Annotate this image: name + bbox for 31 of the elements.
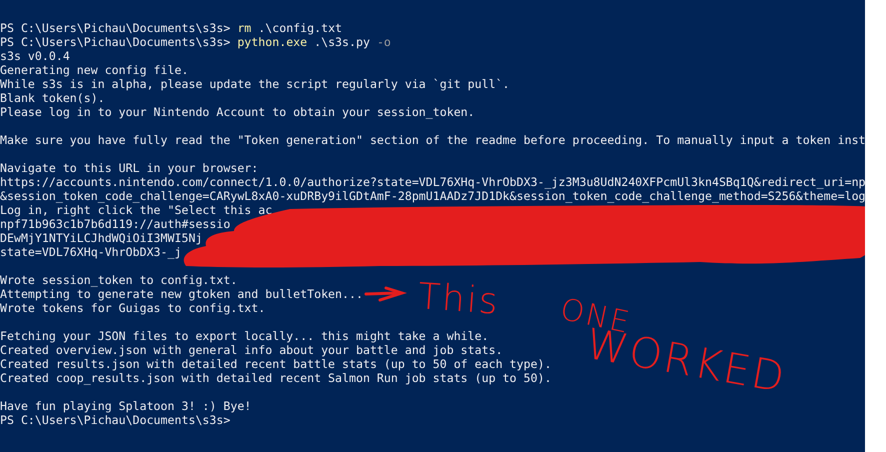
- output-text: Log in, right click the "Select this ac: [0, 203, 272, 217]
- output-text: Generating new config file.: [0, 63, 188, 77]
- output-text: Created results.json with detailed recent battle stats (up to 50 of each type).: [0, 357, 552, 371]
- output-text: s3s v0.0.4: [0, 49, 70, 63]
- output-text: Please log in to your Nintendo Account to obtain your session_token.: [0, 105, 475, 119]
- prompt-text: PS C:\Users\Pichau\Documents\s3s>: [0, 413, 230, 427]
- output-text: state=VDL76XHq-VhrObDX3-_j: [0, 245, 182, 259]
- output-text: .\s3s.py: [313, 35, 370, 49]
- output-text: DEwMjY1NTYiLCJhdWQiOiI3MWI5Nj: [0, 231, 202, 245]
- output-text: Have fun playing Splatoon 3! :) Bye!: [0, 399, 252, 413]
- output-text: https://accounts.nintendo.com/connect/1.0.0/authorize?state=VDL76XHq-VhrObDX3-_jz3M3u8UdN240XFPcmUl3kn4SBq1Q&redirect_uri=np: [0, 175, 865, 189]
- output-text: npf71b963c1b7b6d119://auth#sessio: [0, 217, 230, 231]
- output-text: &session_token_code_challenge=CARywL8xA0-xuDRBy9ilGDtAmF-28pmU1AADz7JD1Dk&session_token_code_challenge_method=S256&theme=log: [0, 189, 865, 203]
- output-text: Fetching your JSON files to export locally... this might take a while.: [0, 329, 489, 343]
- output-text: While s3s is in alpha, please update the script regularly via `git pull`.: [0, 77, 510, 91]
- command-text: python.exe: [237, 35, 308, 49]
- output-text: Navigate to this URL in your browser:: [0, 161, 258, 175]
- output-text: Wrote tokens for Guigas to config.txt.: [0, 301, 266, 315]
- output-text: Attempting to generate new gtoken and bulletToken...: [0, 287, 363, 301]
- prompt-text: PS C:\Users\Pichau\Documents\s3s>: [0, 35, 232, 49]
- output-text: .\config.txt: [257, 21, 342, 35]
- flag-text: -o: [376, 35, 391, 49]
- arrow-drawing: [364, 286, 407, 302]
- command-text: rm: [237, 21, 252, 35]
- handwritten-note: This: [416, 279, 501, 321]
- output-text: Wrote session_token to config.txt.: [0, 273, 238, 287]
- output-text: Created overview.json with general info about your battle and job stats.: [0, 343, 503, 357]
- output-text: Make sure you have fully read the "Token generation" section of the readme before proceeding. To manually input a token inst: [0, 133, 865, 147]
- prompt-text: PS C:\Users\Pichau\Documents\s3s>: [0, 21, 232, 35]
- output-text: Blank token(s).: [0, 91, 105, 105]
- output-text: Created coop_results.json with detailed recent Salmon Run job stats (up to 50).: [0, 371, 552, 385]
